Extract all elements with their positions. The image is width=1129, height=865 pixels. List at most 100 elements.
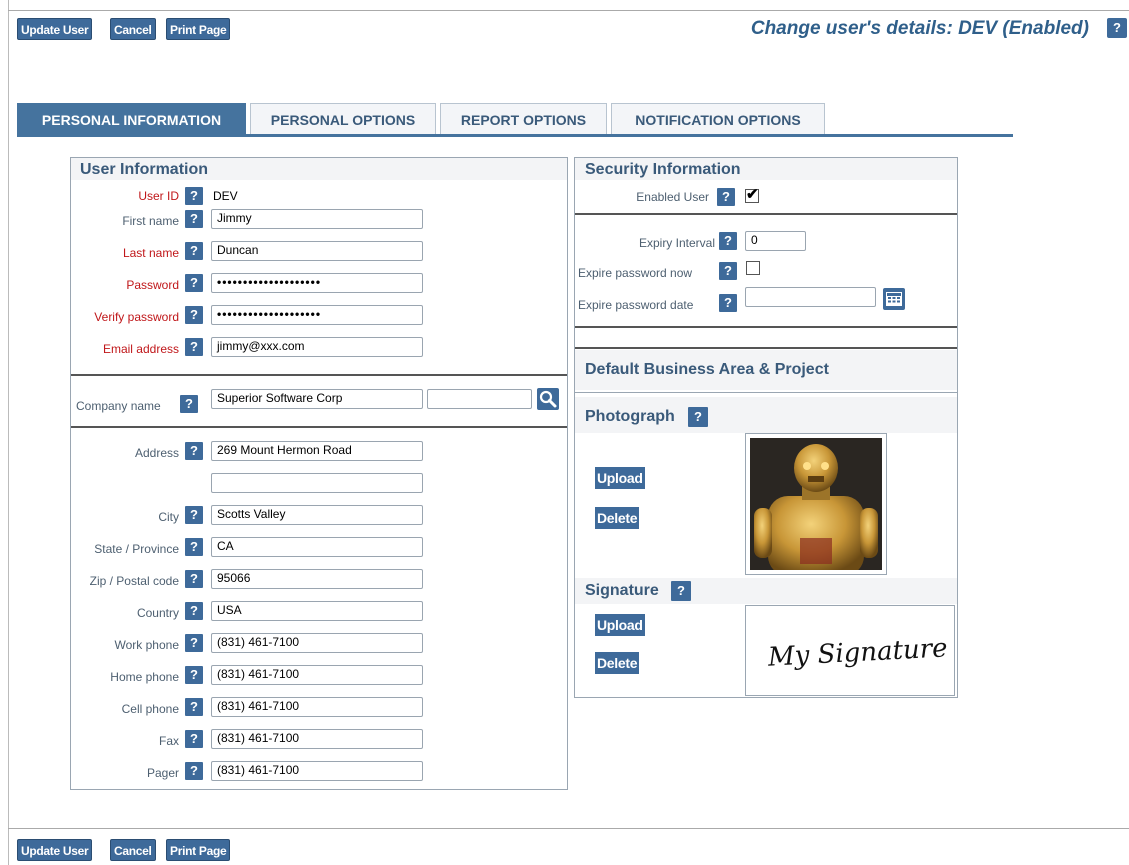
enabled-user-label: Enabled User	[636, 190, 709, 204]
company-search-button[interactable]	[537, 388, 559, 410]
enabled-user-checkbox[interactable]: ✔	[745, 186, 759, 203]
state-label: State / Province	[94, 542, 179, 556]
fax-help-icon[interactable]: ?	[185, 730, 203, 748]
cell-phone-field[interactable]: (831) 461-7100	[211, 697, 423, 717]
first-name-label: First name	[122, 214, 179, 228]
print-page-button-bottom[interactable]: Print Page	[166, 839, 231, 861]
email-field[interactable]: jimmy@xxx.com	[211, 337, 423, 357]
email-help-icon[interactable]: ?	[185, 338, 203, 356]
user-id-help-icon[interactable]: ?	[185, 187, 203, 205]
work-phone-label: Work phone	[114, 638, 179, 652]
home-phone-label: Home phone	[110, 670, 179, 684]
fax-label: Fax	[158, 734, 179, 748]
photograph-frame	[745, 433, 887, 575]
photograph-heading: Photograph	[585, 408, 675, 425]
user-information-heading: User Information	[80, 161, 209, 178]
user-id-label: User ID	[138, 189, 179, 203]
country-label: Country	[136, 606, 179, 620]
divider	[575, 347, 957, 349]
zip-field[interactable]: 95066	[211, 569, 423, 589]
last-name-field[interactable]: Duncan	[211, 241, 423, 261]
signature-frame: My Signature	[745, 605, 955, 696]
fax-field[interactable]: (831) 461-7100	[211, 729, 423, 749]
search-icon	[539, 390, 557, 408]
work-phone-help-icon[interactable]: ?	[185, 634, 203, 652]
page-title: Change user's details: DEV (Enabled)	[750, 18, 1089, 39]
expiry-interval-field[interactable]: 0	[745, 231, 806, 251]
photo-delete-button[interactable]: Delete	[595, 507, 640, 529]
address-label: Address	[134, 446, 179, 460]
company-help-icon[interactable]: ?	[180, 395, 198, 413]
country-field[interactable]: USA	[211, 601, 423, 621]
company-name-label: Company name	[76, 399, 161, 413]
verify-password-label: Verify password	[94, 310, 179, 324]
photograph-help-icon[interactable]: ?	[688, 407, 708, 427]
company-name-field[interactable]: Superior Software Corp	[211, 389, 423, 409]
cancel-button[interactable]: Cancel	[110, 18, 156, 40]
divider	[575, 213, 957, 215]
state-help-icon[interactable]: ?	[185, 538, 203, 556]
country-help-icon[interactable]: ?	[185, 602, 203, 620]
expire-password-date-label: Expire password date	[578, 298, 694, 312]
cancel-button-bottom[interactable]: Cancel	[110, 839, 156, 861]
divider	[575, 392, 957, 393]
photo-upload-button[interactable]: Upload	[595, 467, 645, 489]
tab-personal-options[interactable]: PERSONAL OPTIONS	[250, 103, 436, 135]
pager-field[interactable]: (831) 461-7100	[211, 761, 423, 781]
work-phone-field[interactable]: (831) 461-7100	[211, 633, 423, 653]
verify-password-help-icon[interactable]: ?	[185, 306, 203, 324]
update-user-button-bottom[interactable]: Update User	[17, 839, 93, 861]
calendar-icon	[886, 292, 902, 306]
cell-phone-label: Cell phone	[121, 702, 179, 716]
signature-image-text: My Signature	[767, 633, 949, 673]
expiry-interval-label: Expiry Interval	[638, 236, 715, 250]
first-name-help-icon[interactable]: ?	[185, 210, 203, 228]
state-field[interactable]: CA	[211, 537, 423, 557]
divider	[71, 426, 567, 428]
pager-label: Pager	[146, 766, 179, 780]
calendar-button[interactable]	[883, 288, 905, 310]
city-help-icon[interactable]: ?	[185, 506, 203, 524]
address-help-icon[interactable]: ?	[185, 442, 203, 460]
check-icon: ✔	[746, 186, 759, 203]
address-line1-field[interactable]: 269 Mount Hermon Road	[211, 441, 423, 461]
home-phone-field[interactable]: (831) 461-7100	[211, 665, 423, 685]
bottom-divider	[8, 828, 1129, 829]
signature-help-icon[interactable]: ?	[671, 581, 691, 601]
enabled-user-help-icon[interactable]: ?	[717, 188, 735, 206]
password-label: Password	[126, 278, 179, 292]
first-name-field[interactable]: Jimmy	[211, 209, 423, 229]
verify-password-field[interactable]: ••••••••••••••••••••	[211, 305, 423, 325]
signature-delete-button[interactable]: Delete	[595, 652, 640, 674]
pager-help-icon[interactable]: ?	[185, 762, 203, 780]
zip-help-icon[interactable]: ?	[185, 570, 203, 588]
tab-personal-information[interactable]: PERSONAL INFORMATION	[17, 103, 246, 137]
expire-password-date-field[interactable]	[745, 287, 876, 307]
last-name-label: Last name	[122, 246, 179, 260]
expire-now-help-icon[interactable]: ?	[719, 262, 737, 280]
top-divider	[8, 10, 1129, 11]
expiry-interval-help-icon[interactable]: ?	[719, 232, 737, 250]
password-help-icon[interactable]: ?	[185, 274, 203, 292]
tab-notification-options[interactable]: NOTIFICATION OPTIONS	[611, 103, 825, 135]
cell-phone-help-icon[interactable]: ?	[185, 698, 203, 716]
user-id-value: DEV	[213, 189, 238, 203]
home-phone-help-icon[interactable]: ?	[185, 666, 203, 684]
company-search-field[interactable]	[427, 389, 532, 409]
help-icon[interactable]: ?	[1107, 18, 1127, 38]
signature-heading: Signature	[585, 582, 659, 599]
tab-underline	[17, 134, 1013, 137]
print-page-button[interactable]: Print Page	[166, 18, 231, 40]
expire-password-now-checkbox[interactable]	[746, 261, 760, 275]
password-field[interactable]: ••••••••••••••••••••	[211, 273, 423, 293]
signature-upload-button[interactable]: Upload	[595, 614, 645, 636]
tab-report-options[interactable]: REPORT OPTIONS	[440, 103, 607, 135]
city-field[interactable]: Scotts Valley	[211, 505, 423, 525]
update-user-button[interactable]: Update User	[17, 18, 93, 40]
divider	[71, 374, 567, 376]
email-label: Email address	[102, 342, 179, 356]
expire-date-help-icon[interactable]: ?	[719, 294, 737, 312]
last-name-help-icon[interactable]: ?	[185, 242, 203, 260]
expire-password-now-label: Expire password now	[578, 266, 693, 280]
address-line2-field[interactable]	[211, 473, 423, 493]
